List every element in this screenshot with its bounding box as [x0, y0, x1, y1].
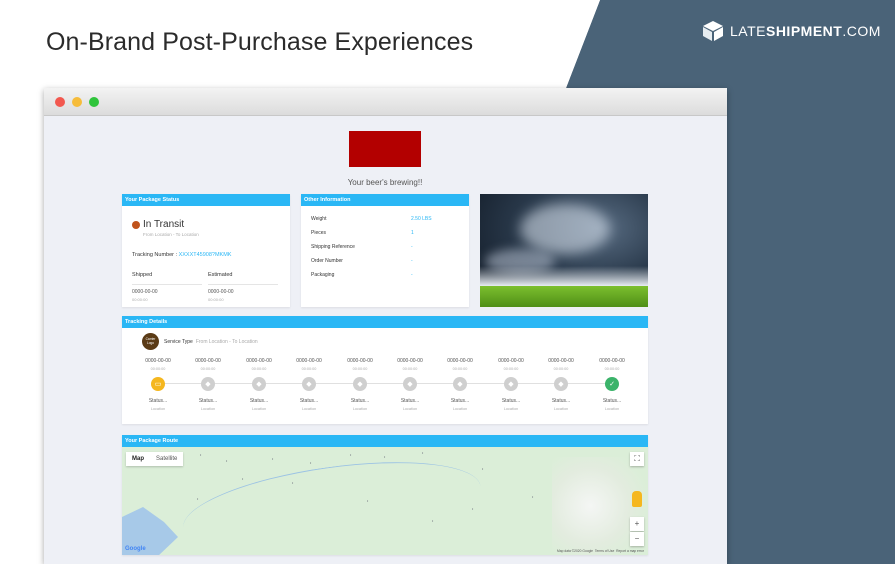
estimated-time: 00:00:00 — [208, 297, 224, 302]
fullscreen-icon[interactable]: ⛶ — [630, 452, 644, 466]
minimize-window-button[interactable] — [72, 97, 82, 107]
box-icon: ◆ — [403, 377, 417, 391]
transit-status: In Transit — [132, 219, 184, 230]
estimated-label: Estimated — [208, 272, 233, 278]
package-status-panel: Your Package Status In Transit From Loca… — [122, 194, 290, 307]
store-logo — [349, 131, 421, 167]
package-status-heading: Your Package Status — [122, 194, 290, 206]
tracking-step[interactable]: 0000-00-00 00:00:00 ◆ Status... Location — [234, 358, 284, 411]
map-attribution: Map data ©2020 Google Terms of Use Repor… — [557, 549, 644, 553]
tracking-step[interactable]: 0000-00-00 00:00:00 ▭ Status... Location — [133, 358, 183, 411]
weight-value: 2.50 LBS — [411, 216, 432, 222]
tracking-step[interactable]: 0000-00-00 00:00:00 ◆ Status... Location — [335, 358, 385, 411]
browser-window: Your beer's brewing!! Your Package Statu… — [44, 88, 727, 564]
box-icon: ◆ — [201, 377, 215, 391]
truck-icon: ▭ — [151, 377, 165, 391]
other-information-panel: Other Information Weight 2.50 LBS Pieces… — [301, 194, 469, 307]
shipped-date: 0000-00-00 — [132, 289, 158, 295]
tracking-step[interactable]: 0000-00-00 00:00:00 ◆ Status... Location — [435, 358, 485, 411]
route-subtitle: From Location - To Location — [143, 232, 199, 237]
box-icon: ◆ — [353, 377, 367, 391]
box-icon: ◆ — [504, 377, 518, 391]
terms-link[interactable]: Terms of Use — [595, 549, 614, 553]
shipping-reference-value: - — [411, 244, 413, 250]
tracking-details-heading: Tracking Details — [122, 316, 648, 328]
shipped-time: 00:00:00 — [132, 297, 148, 302]
tracking-step[interactable]: 0000-00-00 00:00:00 ◆ Status... Location — [284, 358, 334, 411]
other-information-heading: Other Information — [301, 194, 469, 206]
delivered-icon: ✓ — [605, 377, 619, 391]
tracking-number: Tracking Number : XXXXT45908?MKMK — [132, 252, 232, 258]
pieces-value: 1 — [411, 230, 414, 236]
route-map[interactable]: • • • • • • • • • • • • • • • Map Satell… — [122, 447, 648, 555]
left-margin — [0, 88, 44, 564]
tracking-step[interactable]: 0000-00-00 00:00:00 ◆ Status... Location — [536, 358, 586, 411]
status-label: In Transit — [143, 219, 185, 230]
tracking-details-panel: Tracking Details Carrier Logo Service Ty… — [122, 316, 648, 424]
order-number-label: Order Number — [311, 258, 343, 264]
report-map-error-link[interactable]: Report a map error — [616, 549, 644, 553]
package-route-heading: Your Package Route — [122, 435, 648, 447]
close-window-button[interactable] — [55, 97, 65, 107]
box-logo-icon — [703, 21, 723, 41]
browser-titlebar — [44, 88, 727, 116]
divider — [132, 284, 202, 285]
satellite-tab[interactable]: Satellite — [150, 452, 183, 466]
shipped-label: Shipped — [132, 272, 153, 278]
map-tab[interactable]: Map — [126, 452, 150, 466]
box-icon: ◆ — [302, 377, 316, 391]
package-route-panel: Your Package Route • • • • • • • • • • •… — [122, 435, 648, 555]
tracking-step[interactable]: 0000-00-00 00:00:00 ◆ Status... Location — [385, 358, 435, 411]
earth-banner-image — [480, 194, 648, 307]
box-icon: ◆ — [453, 377, 467, 391]
tagline: Your beer's brewing!! — [347, 178, 423, 187]
service-type: Service Type From Location - To Location — [164, 339, 258, 345]
weight-label: Weight — [311, 216, 327, 222]
brand-wordmark: LATESHIPMENT.COM — [730, 23, 881, 39]
google-logo: Google — [125, 546, 146, 552]
tracking-step[interactable]: 0000-00-00 00:00:00 ✓ Status... Location — [587, 358, 637, 411]
carrier-logo: Carrier Logo — [142, 333, 159, 350]
estimated-date: 0000-00-00 — [208, 289, 234, 295]
box-icon: ◆ — [554, 377, 568, 391]
box-icon: ◆ — [252, 377, 266, 391]
brand-logo: LATESHIPMENT.COM — [702, 20, 881, 42]
packaging-value: - — [411, 272, 413, 278]
packaging-label: Packaging — [311, 272, 335, 278]
map-type-control: Map Satellite — [126, 452, 184, 466]
maximize-window-button[interactable] — [89, 97, 99, 107]
street-view-pegman-icon[interactable] — [632, 491, 642, 507]
page-title: On-Brand Post-Purchase Experiences — [46, 28, 474, 56]
status-dot-icon — [132, 220, 140, 229]
order-number-value: - — [411, 258, 413, 264]
pieces-label: Pieces — [311, 230, 327, 236]
shipping-reference-label: Shipping Reference — [311, 244, 355, 250]
tracking-number-link[interactable]: XXXXT45908?MKMK — [179, 252, 232, 258]
zoom-in-button[interactable]: + — [630, 517, 644, 531]
zoom-out-button[interactable]: − — [630, 532, 644, 546]
tracking-step[interactable]: 0000-00-00 00:00:00 ◆ Status... Location — [183, 358, 233, 411]
divider — [208, 284, 278, 285]
tracking-step[interactable]: 0000-00-00 00:00:00 ◆ Status... Location — [486, 358, 536, 411]
